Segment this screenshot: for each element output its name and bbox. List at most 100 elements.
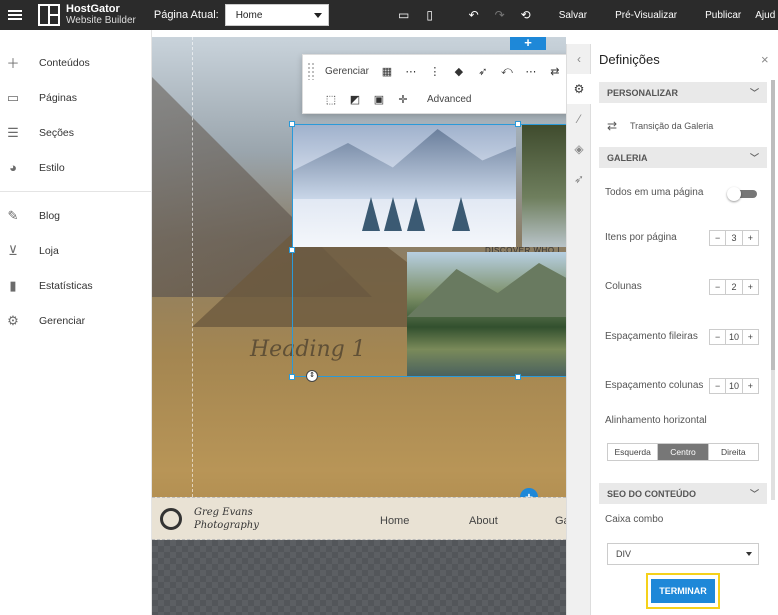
drag-handle[interactable] <box>307 62 315 80</box>
image-icon[interactable]: ▣ <box>367 93 391 106</box>
tab-settings-gear-icon[interactable]: ⚙ <box>567 74 591 104</box>
resize-handle[interactable] <box>515 121 521 127</box>
redo-icon[interactable]: ↷ <box>487 8 513 22</box>
caret-down-icon <box>313 12 322 18</box>
sidebar-item-label: Estatísticas <box>39 279 93 292</box>
section-seo-title: SEO DO CONTEÚDO <box>607 488 697 499</box>
plus-icon: ＋ <box>6 56 20 71</box>
decrement-button[interactable]: − <box>710 379 725 393</box>
vertical-dots-icon[interactable]: ⋮ <box>423 65 447 78</box>
left-sidebar: ＋ Conteúdos ▭ Páginas ☰ Seções ◕ Estilo … <box>0 30 152 615</box>
tab-rocket-icon[interactable]: ➶ <box>567 164 591 194</box>
increment-button[interactable]: + <box>741 280 758 294</box>
sidebar-item-label: Estilo <box>39 161 65 174</box>
more-options-icon[interactable]: ⋯ <box>519 65 543 78</box>
resize-handle[interactable] <box>515 374 521 380</box>
sidebar-item-statistics[interactable]: ▮ Estatísticas <box>0 268 151 303</box>
section-gallery-header[interactable]: GALERIA ﹀ <box>599 147 767 168</box>
increment-button[interactable]: + <box>741 231 758 245</box>
align-right-button[interactable]: Direita <box>707 444 758 460</box>
tab-tag-icon[interactable]: ◈ <box>567 134 591 164</box>
decrement-button[interactable]: − <box>710 231 725 245</box>
increment-button[interactable]: + <box>741 330 758 344</box>
preview-button[interactable]: Pré-Visualizar <box>615 10 677 21</box>
horizontal-alignment-group: Esquerda Centro Direita <box>607 443 759 461</box>
columns-stepper[interactable]: − 2 + <box>709 279 759 295</box>
resize-handle[interactable] <box>289 121 295 127</box>
sidebar-item-pages[interactable]: ▭ Páginas <box>0 80 151 115</box>
editor-canvas[interactable]: + DISCOVER WHO I AM Heading 1 ⇕ + Greg E… <box>152 37 566 615</box>
row-spacing-label: Espaçamento fileiras <box>605 331 698 342</box>
combo-box-label: Caixa combo <box>605 514 664 525</box>
items-per-page-value[interactable]: 3 <box>725 231 741 245</box>
row-spacing-value[interactable]: 10 <box>725 330 741 344</box>
horizontal-dots-icon[interactable]: ⋯ <box>399 65 423 78</box>
image-edit-icon[interactable]: ◩ <box>343 93 367 106</box>
section-customize-title: PERSONALIZAR <box>607 87 679 98</box>
rocket-icon[interactable]: ➶ <box>471 65 495 78</box>
all-one-page-toggle[interactable] <box>727 187 757 201</box>
sidebar-item-store[interactable]: ⊻ Loja <box>0 233 151 268</box>
sidebar-item-label: Loja <box>39 244 59 257</box>
collapse-panel-icon[interactable]: ‹ <box>567 44 591 74</box>
nav-link-about[interactable]: About <box>469 515 498 527</box>
sidebar-item-contents[interactable]: ＋ Conteúdos <box>0 45 151 80</box>
section-customize-header[interactable]: PERSONALIZAR ﹀ <box>599 82 767 103</box>
sidebar-item-blog[interactable]: ✎ Blog <box>0 198 151 233</box>
gallery-transition-link[interactable]: Transição da Galeria <box>630 121 713 131</box>
column-spacing-stepper[interactable]: − 10 + <box>709 378 759 394</box>
publish-button[interactable]: Publicar <box>705 10 741 21</box>
align-center-button[interactable]: Centro <box>657 444 708 460</box>
hostgator-logo-icon <box>38 4 60 26</box>
manage-button[interactable]: Gerenciar <box>325 66 369 77</box>
nav-link-gallery[interactable]: Ga <box>555 515 566 527</box>
undo-icon[interactable]: ↶ <box>461 8 487 22</box>
section-gallery-title: GALERIA <box>607 152 648 163</box>
border-icon[interactable]: ⬚ <box>319 93 343 106</box>
scrollbar-thumb[interactable] <box>771 80 775 370</box>
decrement-button[interactable]: − <box>710 330 725 344</box>
items-per-page-stepper[interactable]: − 3 + <box>709 230 759 246</box>
close-icon[interactable]: × <box>761 52 769 67</box>
row-spacing-stepper[interactable]: − 10 + <box>709 329 759 345</box>
finish-button[interactable]: TERMINAR <box>651 579 715 603</box>
align-left-button[interactable]: Esquerda <box>608 444 657 460</box>
column-spacing-value[interactable]: 10 <box>725 379 741 393</box>
nav-link-home[interactable]: Home <box>380 515 409 527</box>
sidebar-item-style[interactable]: ◕ Estilo <box>0 150 151 185</box>
pencil-icon: ✎ <box>7 207 19 223</box>
sidebar-item-manage[interactable]: ⚙ Gerenciar <box>0 303 151 338</box>
history-icon[interactable]: ⟲ <box>513 8 539 22</box>
mobile-view-icon[interactable]: ▯ <box>417 8 443 22</box>
link-icon[interactable]: ⤺ <box>495 65 519 78</box>
advanced-button[interactable]: Advanced <box>427 94 471 105</box>
resize-handle[interactable] <box>289 374 295 380</box>
settings-tabs: ‹ ⚙ ⁄ ◈ ➶ <box>567 44 591 615</box>
paint-bucket-icon[interactable]: ◆ <box>447 65 471 78</box>
desktop-view-icon[interactable]: ▭ <box>391 8 417 22</box>
sidebar-item-sections[interactable]: ☰ Seções <box>0 115 151 150</box>
help-button[interactable]: Ajud <box>755 10 775 21</box>
panel-scrollbar[interactable] <box>771 80 775 500</box>
swap-icon[interactable]: ⇄ <box>543 65 567 78</box>
resize-handle[interactable] <box>289 247 295 253</box>
sidebar-item-label: Gerenciar <box>39 314 86 327</box>
increment-button[interactable]: + <box>741 379 758 393</box>
site-header-strip[interactable]: Greg Evans Photography Home About Ga <box>152 497 566 540</box>
section-guide-line <box>192 37 193 497</box>
chevron-down-icon: ﹀ <box>749 489 759 499</box>
gear-icon: ⚙ <box>7 312 19 328</box>
save-button[interactable]: Salvar <box>559 10 587 21</box>
section-seo-header[interactable]: SEO DO CONTEÚDO ﹀ <box>599 483 767 504</box>
current-page-select[interactable]: Home <box>224 4 329 26</box>
add-section-top-button[interactable]: + <box>510 37 546 50</box>
grid-icon[interactable]: ▦ <box>375 65 399 78</box>
combo-box-select[interactable]: DIV <box>607 543 759 565</box>
crosshair-icon[interactable]: ✛ <box>391 93 415 106</box>
tab-brush-icon[interactable]: ⁄ <box>567 104 591 134</box>
move-handle-icon[interactable]: ⇕ <box>306 370 318 382</box>
sidebar-item-label: Blog <box>39 209 61 222</box>
hamburger-menu-button[interactable] <box>0 0 30 30</box>
decrement-button[interactable]: − <box>710 280 725 294</box>
columns-value[interactable]: 2 <box>725 280 741 294</box>
